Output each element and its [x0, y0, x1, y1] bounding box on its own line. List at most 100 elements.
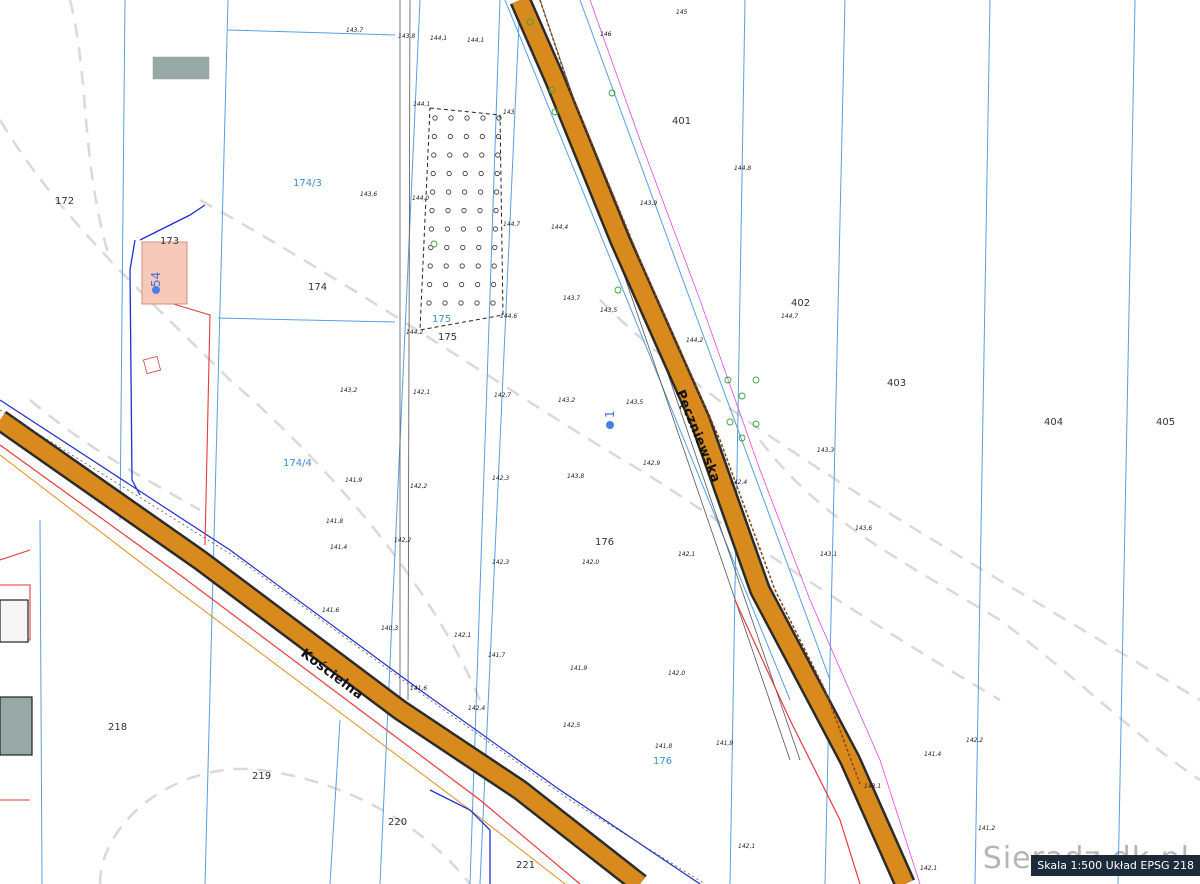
parcel-401: 401 — [672, 116, 691, 127]
elevation-label: 141,9 — [716, 740, 733, 747]
orchard-tree — [462, 170, 468, 177]
elevation-label: 142,1 — [920, 865, 937, 872]
orchard-tree — [477, 207, 483, 214]
elevation-label: 142,2 — [966, 737, 983, 744]
trees — [430, 18, 760, 442]
parcel-174: 174 — [308, 282, 327, 293]
elevation-label: 143 — [503, 109, 515, 116]
address-1: 1 — [603, 410, 617, 418]
orchard-tree — [426, 281, 433, 288]
orchard-tree — [492, 226, 498, 232]
elevation-label: 141,6 — [322, 607, 339, 614]
elevation-label: 141,6 — [410, 685, 427, 692]
orchard-tree — [442, 281, 449, 288]
parcel-172: 172 — [55, 196, 74, 207]
parcel-176-blue: 176 — [653, 756, 672, 767]
scale-status-bar: Skala 1:500 Układ EPSG 218 — [1031, 855, 1200, 876]
parcel-219: 219 — [252, 771, 271, 782]
contour-lines — [0, 0, 1200, 884]
elevation-label: 146 — [600, 31, 612, 38]
orchard-tree — [430, 170, 436, 177]
elevation-label: 142,3 — [492, 475, 509, 482]
orchard-tree — [476, 244, 482, 251]
elevation-label: 143,1 — [820, 551, 837, 558]
orchard-tree — [431, 152, 437, 158]
elevation-label: 144,1 — [413, 101, 430, 108]
elevation-label: 143,5 — [600, 307, 617, 314]
elevation-label: 142,4 — [468, 705, 485, 712]
parcel-174-4: 174/4 — [283, 458, 312, 469]
orchard-tree — [442, 300, 448, 306]
orchard-tree — [448, 115, 454, 121]
elevation-label: 142,1 — [454, 632, 471, 639]
orchard-tree — [426, 300, 432, 306]
orchard-tree — [432, 115, 438, 121]
buildings — [0, 56, 210, 756]
orchard-tree — [493, 189, 500, 195]
elevation-label: 143,7 — [346, 27, 363, 34]
orchard-tree — [493, 207, 499, 214]
parcel-173: 173 — [160, 236, 179, 247]
elevation-label: 141,8 — [326, 518, 343, 525]
orchard-tree — [431, 133, 437, 140]
orchard-tree — [447, 133, 453, 140]
elevation-label: 143,8 — [398, 33, 415, 40]
road-peczniewska: Pęczniewska — [509, 0, 921, 884]
elevation-label: 143,3 — [817, 447, 834, 454]
orchard-tree — [429, 207, 435, 214]
parcel-174-3: 174/3 — [293, 178, 322, 189]
orchard-tree — [445, 189, 452, 195]
orchard-tree — [495, 152, 501, 158]
orchard-tree — [480, 115, 486, 121]
elevation-label: 141,9 — [345, 477, 362, 484]
elevation-label: 145 — [676, 9, 688, 16]
orchard-tree — [428, 226, 434, 232]
parcel-405: 405 — [1156, 417, 1175, 428]
orchard-tree — [444, 226, 450, 232]
orchard-tree — [474, 300, 480, 306]
elevation-label: 144,8 — [734, 165, 751, 172]
orchard-tree — [474, 281, 481, 288]
elevation-label: 143,2 — [340, 387, 357, 394]
orchard-tree — [460, 226, 466, 232]
orchard-tree — [427, 263, 433, 269]
orchard-tree — [459, 263, 465, 269]
building-left-1 — [0, 599, 29, 643]
orchard-area — [419, 107, 504, 331]
orchard-tree — [479, 133, 485, 140]
elevation-label: 142,5 — [563, 722, 580, 729]
elevation-label: 144,7 — [781, 313, 798, 320]
elevation-label: 141,4 — [924, 751, 941, 758]
map-svg[interactable]: Pęczniewska Kościelna 54 1 172 173 174 1… — [0, 0, 1200, 884]
elevation-label: 142,3 — [492, 559, 509, 566]
orchard-tree — [447, 152, 453, 158]
elevation-label: 141,9 — [570, 665, 587, 672]
orchard-tree — [475, 263, 481, 269]
orchard-tree — [458, 281, 465, 288]
elevation-label: 144,7 — [503, 221, 520, 228]
orchard-tree — [460, 244, 466, 251]
parcel-175: 175 — [438, 332, 457, 343]
elevation-label: 143,6 — [360, 191, 377, 198]
map-canvas[interactable]: Pęczniewska Kościelna 54 1 172 173 174 1… — [0, 0, 1200, 884]
orchard-tree — [477, 189, 484, 195]
elevation-label: 142,1 — [413, 389, 430, 396]
orchard-tree — [458, 300, 464, 306]
elevation-label: 142,2 — [410, 483, 427, 490]
elevation-label: 142,7 — [494, 392, 511, 399]
elevation-label: 143,9 — [640, 200, 657, 207]
elevation-label: 141,2 — [978, 825, 995, 832]
elevation-label: 143,1 — [864, 783, 881, 790]
elevation-label: 144,1 — [430, 35, 447, 42]
elevation-label: 144,4 — [551, 224, 568, 231]
parcel-220: 220 — [388, 817, 407, 828]
elevation-label: 144,2 — [406, 329, 423, 336]
orchard-tree — [429, 189, 436, 195]
orchard-tree — [478, 170, 484, 177]
elevation-label: 141,8 — [655, 743, 672, 750]
parcel-221: 221 — [516, 860, 535, 871]
elevation-label: 143,8 — [567, 473, 584, 480]
orchard-tree — [461, 189, 468, 195]
elevation-label: 143,6 — [855, 525, 872, 532]
orchard-tree — [491, 263, 497, 269]
